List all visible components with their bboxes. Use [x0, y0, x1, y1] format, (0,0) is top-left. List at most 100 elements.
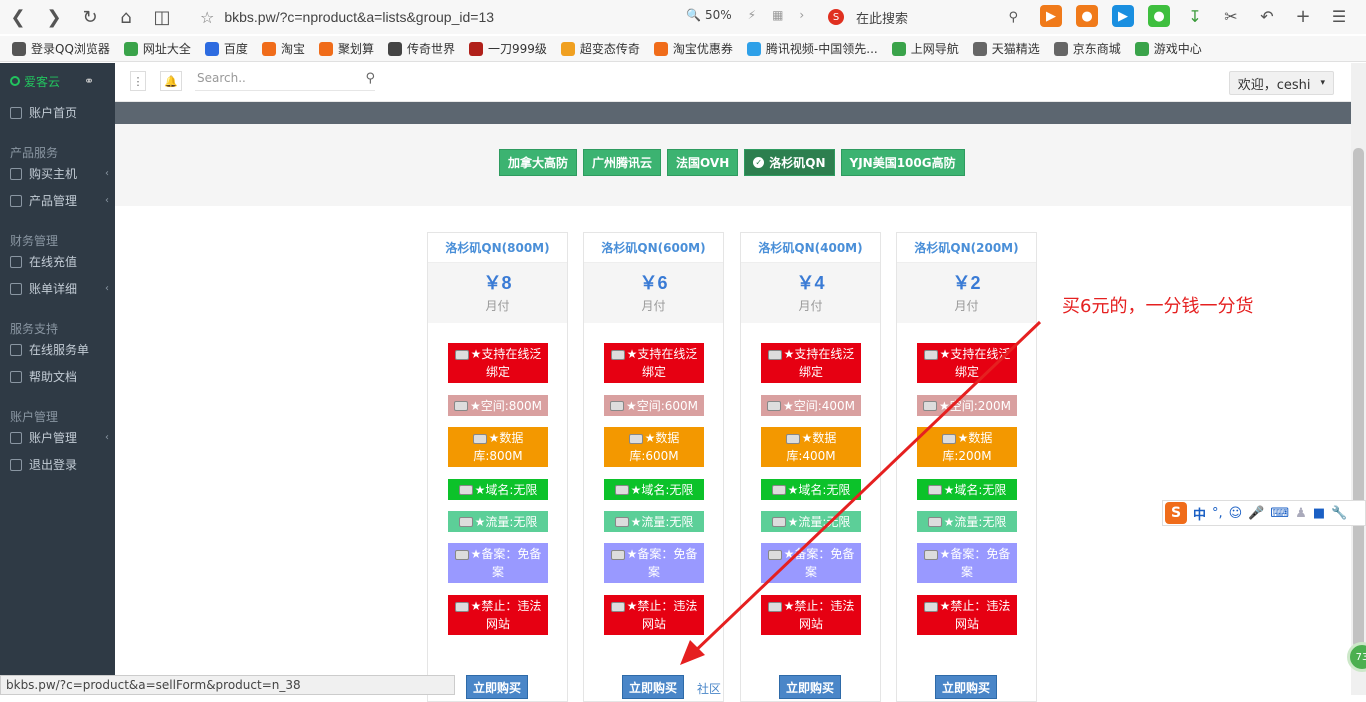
bookmark-item[interactable]: 登录QQ浏览器: [12, 40, 110, 57]
community-link[interactable]: 社区: [697, 680, 721, 697]
back-icon[interactable]: ❮: [0, 0, 36, 34]
menu-item-icon: [10, 282, 22, 295]
refresh-icon[interactable]: ↻: [72, 0, 108, 34]
bookmark-item[interactable]: 超变态传奇: [560, 40, 640, 57]
page-scrollbar[interactable]: [1351, 63, 1366, 695]
qr-icon[interactable]: ▦: [772, 8, 783, 22]
group-tab[interactable]: 加拿大高防: [499, 149, 578, 176]
buy-now-button[interactable]: 立即购买: [935, 675, 997, 699]
star-icon[interactable]: ☆: [200, 8, 214, 27]
feature-badge: ★支持在线泛绑定: [448, 343, 548, 383]
flash-icon[interactable]: ⚡: [748, 8, 756, 22]
sidebar-item[interactable]: 在线服务单: [0, 336, 115, 363]
group-tab[interactable]: ✓ 洛杉矶QN: [744, 149, 835, 176]
feature-badge: ★备案：免备案: [604, 543, 704, 583]
kebab-menu-icon[interactable]: ⋮: [130, 71, 146, 91]
sidebar-item[interactable]: 帮助文档: [0, 363, 115, 390]
bell-icon[interactable]: 🔔: [160, 71, 182, 91]
bookmark-favicon-icon: [123, 41, 138, 56]
feature-image-icon: [927, 485, 942, 495]
bookmark-item[interactable]: 游戏中心: [1134, 40, 1202, 57]
group-tab-label: 洛杉矶QN: [769, 156, 826, 170]
new-tab-icon[interactable]: +: [1292, 5, 1314, 27]
product-title: 洛杉矶QN(600M): [584, 233, 723, 263]
wechat-icon[interactable]: ●: [1148, 5, 1170, 27]
emoji-icon[interactable]: ☺: [1229, 506, 1243, 521]
bookmark-item[interactable]: 网址大全: [123, 40, 191, 57]
feature-badge: ★禁止：违法网站: [604, 595, 704, 635]
sogou-ime-icon[interactable]: S: [1165, 502, 1187, 524]
forward-icon[interactable]: ❯: [36, 0, 72, 34]
bookmark-item[interactable]: 淘宝: [261, 40, 305, 57]
chevron-right-icon[interactable]: ›: [799, 8, 804, 22]
play-icon[interactable]: ▶: [1112, 5, 1134, 27]
menu-icon[interactable]: ☰: [1328, 5, 1350, 27]
group-tab[interactable]: 广州腾讯云: [583, 149, 662, 176]
bookmarks-bar: 登录QQ浏览器 网址大全 百度 淘宝 聚划算 传奇世界 一刀999级 超变态传奇 淘宝优惠券 腾讯…: [0, 36, 1366, 62]
buy-now-button[interactable]: 立即购买: [622, 675, 684, 699]
bookmark-item[interactable]: 百度: [204, 40, 248, 57]
undo-icon[interactable]: ↶: [1256, 5, 1278, 27]
browser-search[interactable]: S 在此搜索 ⚲: [828, 6, 1024, 28]
feature-image-icon: [610, 349, 625, 360]
scrollbar-thumb[interactable]: [1353, 148, 1364, 648]
game-icon[interactable]: ●: [1076, 5, 1098, 27]
sidebar-item-label: 购买主机: [29, 167, 78, 181]
buy-now-button[interactable]: 立即购买: [466, 675, 528, 699]
bookmark-item[interactable]: 传奇世界: [387, 40, 455, 57]
home-icon[interactable]: ⌂: [108, 0, 144, 34]
sidebar-item[interactable]: 账户管理 ‹: [0, 424, 115, 451]
keyboard-icon[interactable]: ⌨: [1270, 506, 1289, 521]
ime-punct[interactable]: °,: [1212, 506, 1223, 521]
user-menu[interactable]: 欢迎，ceshi ▾: [1228, 71, 1334, 95]
sidebar-item[interactable]: 购买主机 ‹: [0, 160, 115, 187]
bookmark-item[interactable]: 腾讯视频-中国领先...: [746, 40, 878, 57]
sidebar-item[interactable]: 在线充值: [0, 248, 115, 275]
url-text[interactable]: bkbs.pw/?c=nproduct&a=lists&group_id=13: [224, 9, 494, 25]
sidebar-logo[interactable]: 爱客云 ⚭: [0, 63, 115, 99]
feature-image-icon: [927, 517, 942, 527]
mic-icon[interactable]: 🎤: [1248, 506, 1264, 521]
bookmark-item[interactable]: 一刀999级: [468, 40, 547, 57]
search-icon[interactable]: ⚲: [1008, 10, 1018, 25]
sidebar-item[interactable]: 产品管理 ‹: [0, 187, 115, 214]
wrench-icon[interactable]: 🔧: [1331, 506, 1347, 521]
sidebar-item[interactable]: 账户首页: [0, 99, 115, 126]
address-bar[interactable]: ☆ bkbs.pw/?c=nproduct&a=lists&group_id=1…: [200, 0, 494, 34]
billing-period: 月付: [485, 299, 510, 313]
video-icon[interactable]: ▶: [1040, 5, 1062, 27]
download-icon[interactable]: ↧: [1184, 5, 1206, 27]
ime-lang[interactable]: 中: [1193, 504, 1206, 523]
group-tab-label: 加拿大高防: [508, 156, 569, 170]
bookmark-item[interactable]: 聚划算: [318, 40, 374, 57]
shirt-icon[interactable]: ■: [1313, 506, 1325, 521]
group-tab[interactable]: 法国OVH: [667, 149, 739, 176]
reader-icon[interactable]: ◫: [144, 0, 180, 34]
bookmark-item[interactable]: 淘宝优惠券: [653, 40, 733, 57]
bookmark-item[interactable]: 上网导航: [891, 40, 959, 57]
check-circle-icon: ✓: [753, 157, 765, 168]
headset-icon[interactable]: ⚭: [84, 74, 94, 88]
search-icon[interactable]: ⚲: [365, 71, 375, 86]
product-price: ￥8: [483, 273, 512, 293]
feature-image-icon: [472, 433, 487, 444]
admin-search-input[interactable]: Search.. ⚲: [195, 71, 375, 91]
logo-text: 爱客云: [24, 74, 61, 89]
sidebar-item[interactable]: 退出登录: [0, 451, 115, 478]
zoom-control[interactable]: 🔍 50% ⚡ ▦ ›: [686, 8, 804, 22]
bookmark-favicon-icon: [261, 41, 276, 56]
user-icon[interactable]: ♟: [1295, 506, 1307, 521]
scissors-icon[interactable]: ✂: [1220, 5, 1242, 27]
feature-image-icon: [771, 517, 786, 527]
sidebar-item-label: 账户首页: [29, 106, 78, 120]
feature-badge: ★流量:无限: [917, 511, 1017, 532]
buy-now-button[interactable]: 立即购买: [779, 675, 841, 699]
bookmark-label: 百度: [223, 42, 248, 56]
feature-badge: ★支持在线泛绑定: [604, 343, 704, 383]
bookmark-item[interactable]: 天猫精选: [972, 40, 1040, 57]
sidebar-item[interactable]: 账单详细 ‹: [0, 275, 115, 302]
page-header-band: [115, 102, 1351, 124]
bookmark-item[interactable]: 京东商城: [1053, 40, 1121, 57]
feature-text: ★备案：免备案: [783, 547, 855, 579]
group-tab[interactable]: YJN美国100G高防: [840, 149, 965, 176]
